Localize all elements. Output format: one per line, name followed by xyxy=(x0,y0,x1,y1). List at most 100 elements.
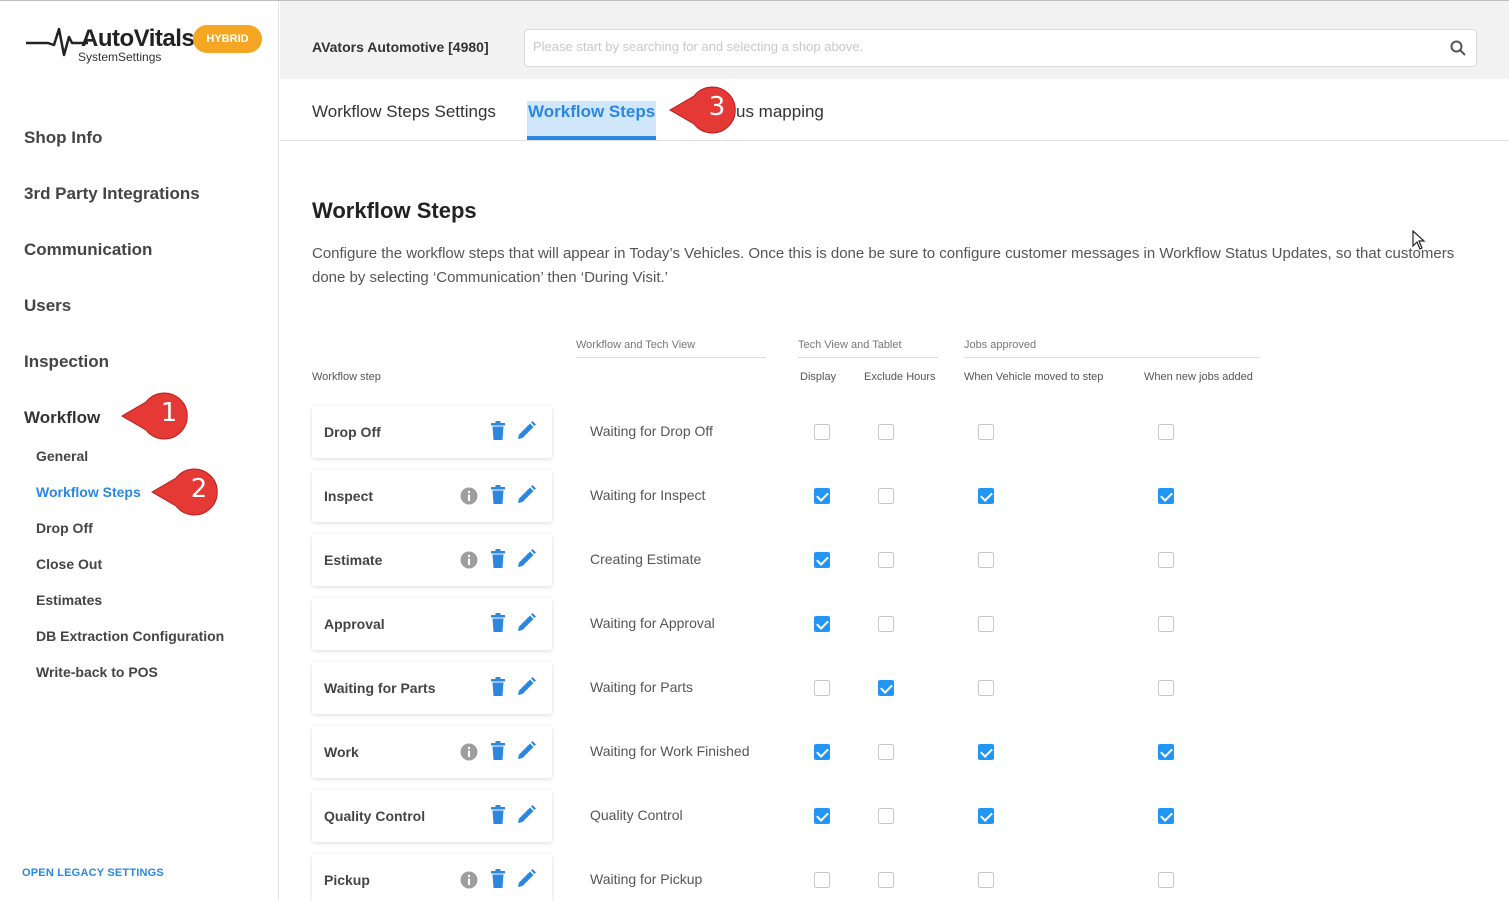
shop-name: AVators Automotive [4980] xyxy=(312,39,489,55)
col-display: Display xyxy=(800,371,837,383)
tech-view-label: Quality Control xyxy=(590,807,683,823)
pencil-icon[interactable] xyxy=(516,741,536,763)
moved-checkbox[interactable] xyxy=(978,744,994,760)
exclude-checkbox[interactable] xyxy=(878,552,894,568)
moved-checkbox[interactable] xyxy=(978,872,994,888)
newjobs-checkbox[interactable] xyxy=(1158,808,1174,824)
trash-icon[interactable] xyxy=(490,421,510,443)
tab-workflow-steps[interactable]: Workflow Steps xyxy=(527,101,657,140)
nav-sub-drop-off[interactable]: Drop Off xyxy=(36,520,93,536)
workflow-step-name: Work xyxy=(324,744,359,760)
nav-sub-workflow-steps[interactable]: Workflow Steps xyxy=(36,484,141,500)
tab-status-mapping[interactable]: us mapping xyxy=(736,102,824,122)
exclude-checkbox[interactable] xyxy=(878,488,894,504)
nav-sub-estimates[interactable]: Estimates xyxy=(36,592,102,608)
newjobs-checkbox[interactable] xyxy=(1158,488,1174,504)
trash-icon[interactable] xyxy=(490,613,510,635)
col-when-new-jobs: When new jobs added xyxy=(1144,371,1253,383)
workflow-step-name: Pickup xyxy=(324,872,370,888)
nav-sub-write-back[interactable]: Write-back to POS xyxy=(36,664,158,680)
callout-2: 2 xyxy=(150,465,222,517)
col-workflow-step: Workflow step xyxy=(312,371,381,383)
exclude-checkbox[interactable] xyxy=(878,680,894,696)
group-workflow-tech-view: Workflow and Tech View xyxy=(576,339,766,358)
moved-checkbox[interactable] xyxy=(978,680,994,696)
callout-number: 3 xyxy=(708,92,726,122)
sidebar: AutoVitals SystemSettings HYBRID Shop In… xyxy=(0,1,279,901)
exclude-checkbox[interactable] xyxy=(878,744,894,760)
workflow-step-row: Quality Control xyxy=(312,790,552,842)
moved-checkbox[interactable] xyxy=(978,616,994,632)
moved-checkbox[interactable] xyxy=(978,552,994,568)
tab-workflow-steps-settings[interactable]: Workflow Steps Settings xyxy=(312,102,496,122)
info-icon[interactable] xyxy=(460,551,480,573)
pencil-icon[interactable] xyxy=(516,677,536,699)
tech-view-label: Waiting for Inspect xyxy=(590,487,706,503)
page-title: Workflow Steps xyxy=(312,198,477,223)
moved-checkbox[interactable] xyxy=(978,488,994,504)
trash-icon[interactable] xyxy=(490,869,510,891)
workflow-step-row: Approval xyxy=(312,598,552,650)
trash-icon[interactable] xyxy=(490,549,510,571)
description-line: done by selecting ‘Communication’ then ‘… xyxy=(312,269,669,286)
open-legacy-settings-link[interactable]: OPEN LEGACY SETTINGS xyxy=(22,867,164,879)
shop-search-input[interactable] xyxy=(533,39,1433,54)
trash-icon[interactable] xyxy=(490,677,510,699)
exclude-checkbox[interactable] xyxy=(878,808,894,824)
trash-icon[interactable] xyxy=(490,805,510,827)
search-icon[interactable] xyxy=(1450,40,1466,56)
newjobs-checkbox[interactable] xyxy=(1158,680,1174,696)
moved-checkbox[interactable] xyxy=(978,808,994,824)
header: AVators Automotive [4980] xyxy=(280,1,1509,79)
hybrid-badge: HYBRID xyxy=(193,25,262,53)
group-jobs-approved: Jobs approved xyxy=(964,339,1260,358)
display-checkbox[interactable] xyxy=(814,680,830,696)
display-checkbox[interactable] xyxy=(814,808,830,824)
info-icon[interactable] xyxy=(460,743,480,765)
callout-3: 3 xyxy=(668,83,740,135)
newjobs-checkbox[interactable] xyxy=(1158,616,1174,632)
display-checkbox[interactable] xyxy=(814,488,830,504)
nav-shop-info[interactable]: Shop Info xyxy=(24,128,102,148)
pencil-icon[interactable] xyxy=(516,549,536,571)
display-checkbox[interactable] xyxy=(814,424,830,440)
exclude-checkbox[interactable] xyxy=(878,424,894,440)
nav-sub-db-extraction[interactable]: DB Extraction Configuration xyxy=(36,628,224,644)
nav-workflow[interactable]: Workflow xyxy=(24,408,100,428)
nav-3rd-party-integrations[interactable]: 3rd Party Integrations xyxy=(24,184,200,204)
info-icon[interactable] xyxy=(460,871,480,893)
tech-view-label: Waiting for Drop Off xyxy=(590,423,713,439)
tab-label: Workflow Steps Settings xyxy=(312,102,496,121)
exclude-checkbox[interactable] xyxy=(878,872,894,888)
newjobs-checkbox[interactable] xyxy=(1158,872,1174,888)
trash-icon[interactable] xyxy=(490,741,510,763)
display-checkbox[interactable] xyxy=(814,552,830,568)
col-when-vehicle-moved: When Vehicle moved to step xyxy=(964,371,1104,383)
newjobs-checkbox[interactable] xyxy=(1158,552,1174,568)
moved-checkbox[interactable] xyxy=(978,424,994,440)
pencil-icon[interactable] xyxy=(516,421,536,443)
pencil-icon[interactable] xyxy=(516,869,536,891)
tech-view-label: Waiting for Approval xyxy=(590,615,715,631)
workflow-step-row: Pickup xyxy=(312,854,552,901)
newjobs-checkbox[interactable] xyxy=(1158,424,1174,440)
pencil-icon[interactable] xyxy=(516,485,536,507)
nav-inspection[interactable]: Inspection xyxy=(24,352,109,372)
newjobs-checkbox[interactable] xyxy=(1158,744,1174,760)
pencil-icon[interactable] xyxy=(516,805,536,827)
info-icon[interactable] xyxy=(460,487,480,509)
callout-number: 2 xyxy=(190,474,208,504)
workflow-step-name: Approval xyxy=(324,616,385,632)
nav-sub-close-out[interactable]: Close Out xyxy=(36,556,102,572)
logo[interactable]: AutoVitals SystemSettings HYBRID xyxy=(26,21,266,67)
description-line: Configure the workflow steps that will a… xyxy=(312,245,1455,262)
display-checkbox[interactable] xyxy=(814,872,830,888)
trash-icon[interactable] xyxy=(490,485,510,507)
nav-sub-general[interactable]: General xyxy=(36,448,88,464)
nav-users[interactable]: Users xyxy=(24,296,71,316)
pencil-icon[interactable] xyxy=(516,613,536,635)
display-checkbox[interactable] xyxy=(814,744,830,760)
display-checkbox[interactable] xyxy=(814,616,830,632)
exclude-checkbox[interactable] xyxy=(878,616,894,632)
nav-communication[interactable]: Communication xyxy=(24,240,152,260)
